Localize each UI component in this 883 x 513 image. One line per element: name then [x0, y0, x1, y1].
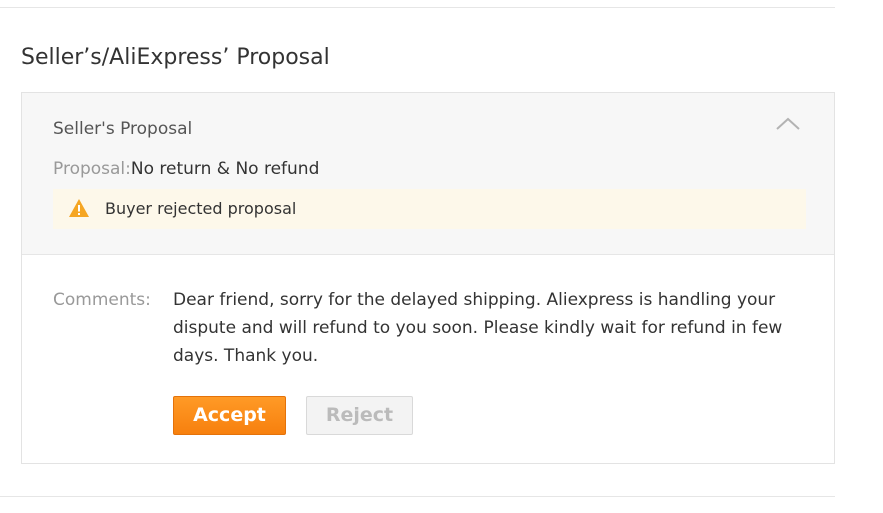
bottom-divider — [0, 496, 835, 497]
comments-label: Comments: — [53, 290, 151, 310]
reject-button[interactable]: Reject — [306, 396, 413, 435]
status-text: Buyer rejected proposal — [105, 199, 297, 218]
collapse-toggle-button[interactable] — [774, 113, 802, 135]
top-divider — [0, 7, 835, 8]
section-title: Seller’s/AliExpress’ Proposal — [21, 45, 330, 70]
accept-button[interactable]: Accept — [173, 396, 286, 435]
comments-text: Dear friend, sorry for the delayed shipp… — [173, 290, 783, 366]
proposal-label: Proposal: — [53, 159, 131, 179]
chevron-up-icon — [776, 117, 800, 130]
proposal-line: Proposal:No return & No refund — [53, 157, 319, 181]
proposal-subtitle: Seller's Proposal — [53, 119, 193, 139]
warning-icon — [69, 199, 89, 217]
proposal-card-header: Seller's Proposal Proposal:No return & N… — [22, 93, 834, 255]
proposal-card: Seller's Proposal Proposal:No return & N… — [21, 92, 835, 464]
status-banner: Buyer rejected proposal — [53, 189, 806, 229]
proposal-value: No return & No refund — [130, 159, 320, 179]
